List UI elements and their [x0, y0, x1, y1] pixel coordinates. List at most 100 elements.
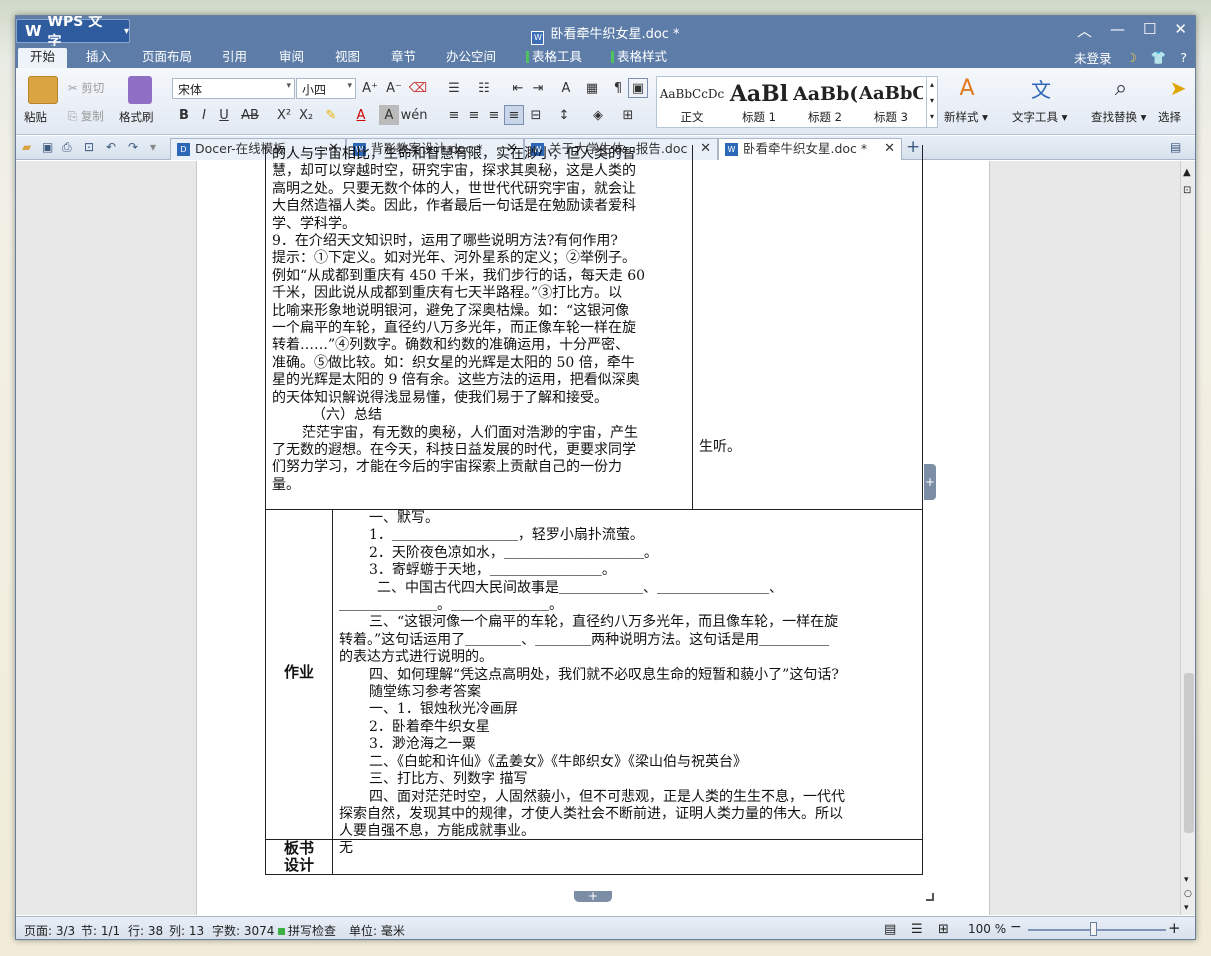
text-tools-button[interactable]: 文字工具 ▾	[1012, 109, 1067, 125]
line-spacing-icon[interactable]: ↕	[554, 105, 574, 125]
show-marks-icon[interactable]: ¶	[608, 78, 628, 98]
minimize-button[interactable]: —	[1110, 20, 1125, 41]
chinese-layout-icon[interactable]: A	[556, 78, 576, 98]
board-content-cell[interactable]: 无	[332, 839, 923, 875]
page-nav-icons[interactable]: ▾ ○ ▾	[1184, 873, 1192, 915]
print-preview-icon[interactable]: ⊡	[84, 140, 100, 156]
collapse-ribbon-icon[interactable]: ︿	[1077, 20, 1092, 41]
skin-icon[interactable]: ☽	[1126, 50, 1137, 65]
binoculars-icon[interactable]: ⌕	[1106, 74, 1136, 102]
chevron-down-icon[interactable]: ▾	[150, 140, 166, 156]
help-icon[interactable]: ?	[1180, 50, 1187, 65]
tab-chapter[interactable]: 章节	[391, 48, 416, 68]
zoom-out-icon[interactable]: −	[1010, 919, 1022, 935]
board-label-cell[interactable]: 板书 设计	[265, 839, 333, 875]
style-heading-1[interactable]: AaBl 标题 1	[727, 79, 791, 125]
tab-view[interactable]: 视图	[335, 48, 360, 68]
bullet-list-icon[interactable]: ☰	[444, 78, 464, 98]
upper-left-cell[interactable]: 的人与宇宙相比，生命和智慧有限，实在渺小，但人类的智 慧，却可以穿越时空，研究宇宙…	[265, 145, 693, 510]
table-grid-icon[interactable]: ▦	[582, 78, 602, 98]
undo-icon[interactable]: ↶	[106, 140, 122, 156]
scroll-up-icon[interactable]: ▲	[1183, 167, 1191, 178]
status-wordcount[interactable]: 字数: 3074	[212, 922, 274, 939]
tab-table-styles[interactable]: 表格样式	[611, 48, 667, 68]
style-scroll[interactable]: ▴ ▾ ▾	[926, 77, 937, 127]
text-box-icon[interactable]: ▣	[628, 78, 648, 98]
numbered-list-icon[interactable]: ☷	[474, 78, 494, 98]
shrink-font-icon[interactable]: A⁻	[384, 78, 404, 98]
tab-review[interactable]: 审阅	[279, 48, 304, 68]
scrollbar-thumb[interactable]	[1184, 673, 1194, 833]
print-icon[interactable]: ⎙	[62, 140, 78, 156]
italic-icon[interactable]: I	[194, 105, 214, 125]
strikethrough-icon[interactable]: AB	[240, 105, 260, 125]
font-name-select[interactable]: 宋体	[172, 78, 295, 99]
paste-button[interactable]: 粘贴	[24, 109, 47, 125]
underline-icon[interactable]: U	[214, 105, 234, 125]
tab-references[interactable]: 引用	[222, 48, 247, 68]
tab-page-layout[interactable]: 页面布局	[142, 48, 192, 68]
tab-insert[interactable]: 插入	[86, 48, 111, 68]
select-cursor-icon[interactable]: ➤	[1166, 74, 1190, 102]
justify-icon[interactable]: ≡	[504, 105, 524, 125]
vertical-scrollbar[interactable]: ▲ ⊡ ▾ ○ ▾	[1180, 161, 1195, 915]
close-button[interactable]: ✕	[1174, 20, 1187, 41]
superscript-icon[interactable]: X²	[274, 105, 294, 125]
style-heading-3[interactable]: AaBbC 标题 3	[859, 79, 923, 125]
select-button[interactable]: 选择	[1158, 109, 1195, 125]
paste-icon[interactable]	[28, 76, 58, 104]
status-page[interactable]: 页面: 3/3	[24, 922, 75, 939]
new-style-button[interactable]: 新样式 ▾	[944, 109, 988, 125]
clear-format-icon[interactable]: ⌫	[408, 78, 428, 98]
shading-bucket-icon[interactable]: ◈	[588, 105, 608, 125]
view-toggle-icon[interactable]: ⊡	[1183, 185, 1191, 196]
status-unit[interactable]: 单位: 毫米	[349, 922, 405, 939]
grow-font-icon[interactable]: A⁺	[360, 78, 380, 98]
bold-icon[interactable]: B	[174, 105, 194, 125]
align-center-icon[interactable]: ≡	[464, 105, 484, 125]
maximize-button[interactable]: ☐	[1143, 20, 1156, 41]
upper-right-cell[interactable]: 生听。	[692, 145, 923, 510]
zoom-slider[interactable]	[1028, 929, 1166, 931]
zoom-in-icon[interactable]: +	[1168, 919, 1181, 937]
find-replace-button[interactable]: 查找替换 ▾	[1091, 109, 1146, 125]
add-row-handle[interactable]: +	[574, 890, 612, 902]
add-column-handle[interactable]: +	[924, 464, 936, 500]
cut-button[interactable]: ✂ 剪切	[68, 80, 104, 96]
page-view-icon[interactable]: ▤	[884, 922, 896, 937]
char-shading-icon[interactable]: A	[379, 105, 399, 125]
tab-menu-icon[interactable]: ▤	[1170, 140, 1186, 156]
style-normal[interactable]: AaBbCcDc 正文	[659, 79, 725, 125]
zoom-level[interactable]: 100 %	[968, 922, 1006, 936]
new-style-icon[interactable]: A	[952, 74, 982, 102]
outline-view-icon[interactable]: ☰	[911, 922, 923, 937]
tab-table-tools[interactable]: 表格工具	[526, 48, 582, 68]
spell-check-toggle[interactable]: 拼写检查	[278, 922, 336, 939]
font-size-select[interactable]: 小四	[296, 78, 356, 99]
align-right-icon[interactable]: ≡	[484, 105, 504, 125]
open-folder-icon[interactable]: ▰	[22, 140, 38, 156]
redo-icon[interactable]: ↷	[128, 140, 144, 156]
tab-office-space[interactable]: 办公空间	[446, 48, 496, 68]
style-heading-2[interactable]: AaBb( 标题 2	[793, 79, 857, 125]
decrease-indent-icon[interactable]: ⇤	[508, 78, 528, 98]
shirt-icon[interactable]: 👕	[1151, 50, 1167, 66]
copy-button[interactable]: ⎘ 复制	[68, 108, 104, 124]
save-icon[interactable]: ▣	[42, 140, 58, 156]
tab-home[interactable]: 开始	[18, 48, 68, 68]
phonetic-guide-icon[interactable]: wén	[401, 105, 428, 125]
login-link[interactable]: 未登录	[1074, 48, 1112, 67]
homework-label-cell[interactable]: 作业	[265, 509, 333, 840]
web-view-icon[interactable]: ⊞	[938, 922, 949, 937]
borders-icon[interactable]: ⊞	[618, 105, 638, 125]
format-painter-button[interactable]: 格式刷	[119, 109, 154, 125]
font-color-icon[interactable]: A	[351, 105, 371, 125]
subscript-icon[interactable]: X₂	[296, 105, 316, 125]
zoom-slider-knob[interactable]	[1090, 922, 1097, 936]
highlight-icon[interactable]: ✎	[321, 105, 341, 125]
distributed-align-icon[interactable]: ⊟	[526, 105, 546, 125]
increase-indent-icon[interactable]: ⇥	[528, 78, 548, 98]
align-left-icon[interactable]: ≡	[444, 105, 464, 125]
format-painter-icon[interactable]	[128, 76, 152, 104]
homework-content-cell[interactable]: 一、默写。 1．＿＿＿＿＿＿＿＿＿，轻罗小扇扑流萤。 2．天阶夜色凉如水，＿＿＿＿＿…	[332, 509, 923, 840]
